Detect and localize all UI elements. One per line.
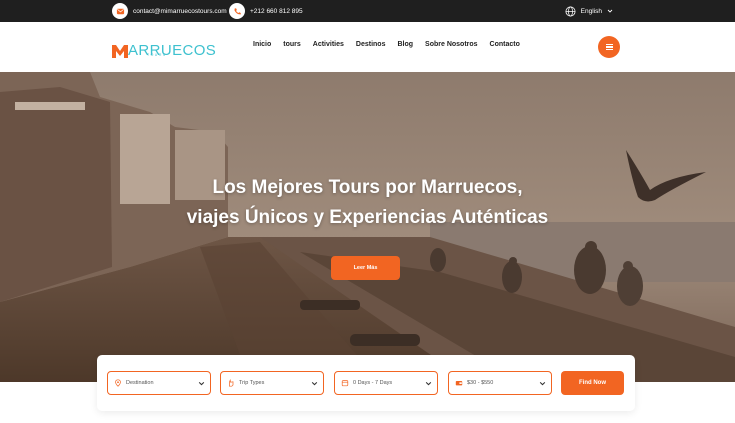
find-now-button[interactable]: Find Now xyxy=(561,371,624,395)
phone-text[interactable]: +212 660 812 895 xyxy=(250,8,303,15)
chevron-down-icon xyxy=(311,381,318,386)
duration-label: 0 Days - 7 Days xyxy=(353,380,393,386)
nav-sobre-nosotros[interactable]: Sobre Nosotros xyxy=(425,41,478,48)
duration-select[interactable]: 0 Days - 7 Days xyxy=(334,371,438,395)
logo-m-icon xyxy=(112,45,128,58)
destination-select[interactable]: Destination xyxy=(107,371,211,395)
language-label[interactable]: English xyxy=(581,8,602,15)
chevron-down-icon xyxy=(198,381,205,386)
hero-section: Los Mejores Tours por Marruecos, viajes … xyxy=(0,72,735,382)
chevron-down-icon xyxy=(539,381,546,386)
hero-title-line-1: Los Mejores Tours por Marruecos, xyxy=(212,177,523,198)
main-nav: Inicio tours Activities Destinos Blog So… xyxy=(253,41,532,48)
hamburger-menu-button[interactable] xyxy=(598,36,620,58)
destination-label: Destination xyxy=(126,380,154,386)
calendar-icon xyxy=(341,380,349,387)
globe-icon xyxy=(565,6,576,16)
envelope-icon xyxy=(112,3,128,19)
phone-contact[interactable]: +212 660 812 895 xyxy=(229,3,303,19)
logo-subtitle: TOURS xyxy=(147,53,167,57)
logo-text: ARRUECOS xyxy=(128,42,217,59)
read-more-button[interactable]: Leer Más xyxy=(331,256,400,280)
phone-icon xyxy=(229,3,245,19)
main-header: ARRUECOS TOURS Inicio tours Activities D… xyxy=(0,22,735,72)
nav-blog[interactable]: Blog xyxy=(397,41,413,48)
menu-line xyxy=(605,49,613,51)
hero-title-line-2: viajes Únicos y Experiencias Auténticas xyxy=(186,207,549,228)
menu-line xyxy=(605,46,613,48)
hand-icon xyxy=(229,379,234,387)
top-bar: contact@mimarruecostours.com +212 660 81… xyxy=(0,0,735,22)
trip-search-panel: Destination Trip Types 0 Days - 7 Days $… xyxy=(97,355,635,411)
price-label: $30 - $550 xyxy=(467,380,494,386)
chevron-down-icon xyxy=(425,381,432,386)
menu-line xyxy=(605,43,613,45)
email-contact[interactable]: contact@mimarruecostours.com xyxy=(112,3,227,19)
nav-inicio[interactable]: Inicio xyxy=(253,41,271,48)
nav-destinos[interactable]: Destinos xyxy=(356,41,386,48)
language-selector[interactable]: English xyxy=(565,4,613,18)
trip-types-label: Trip Types xyxy=(239,380,265,386)
nav-contacto[interactable]: Contacto xyxy=(490,41,520,48)
nav-activities[interactable]: Activities xyxy=(313,41,344,48)
wallet-icon xyxy=(455,381,463,386)
nav-tours[interactable]: tours xyxy=(283,41,301,48)
email-text[interactable]: contact@mimarruecostours.com xyxy=(133,8,227,15)
location-pin-icon xyxy=(115,379,121,387)
trip-types-select[interactable]: Trip Types xyxy=(220,371,324,395)
price-select[interactable]: $30 - $550 xyxy=(448,371,552,395)
chevron-down-icon xyxy=(607,9,613,13)
